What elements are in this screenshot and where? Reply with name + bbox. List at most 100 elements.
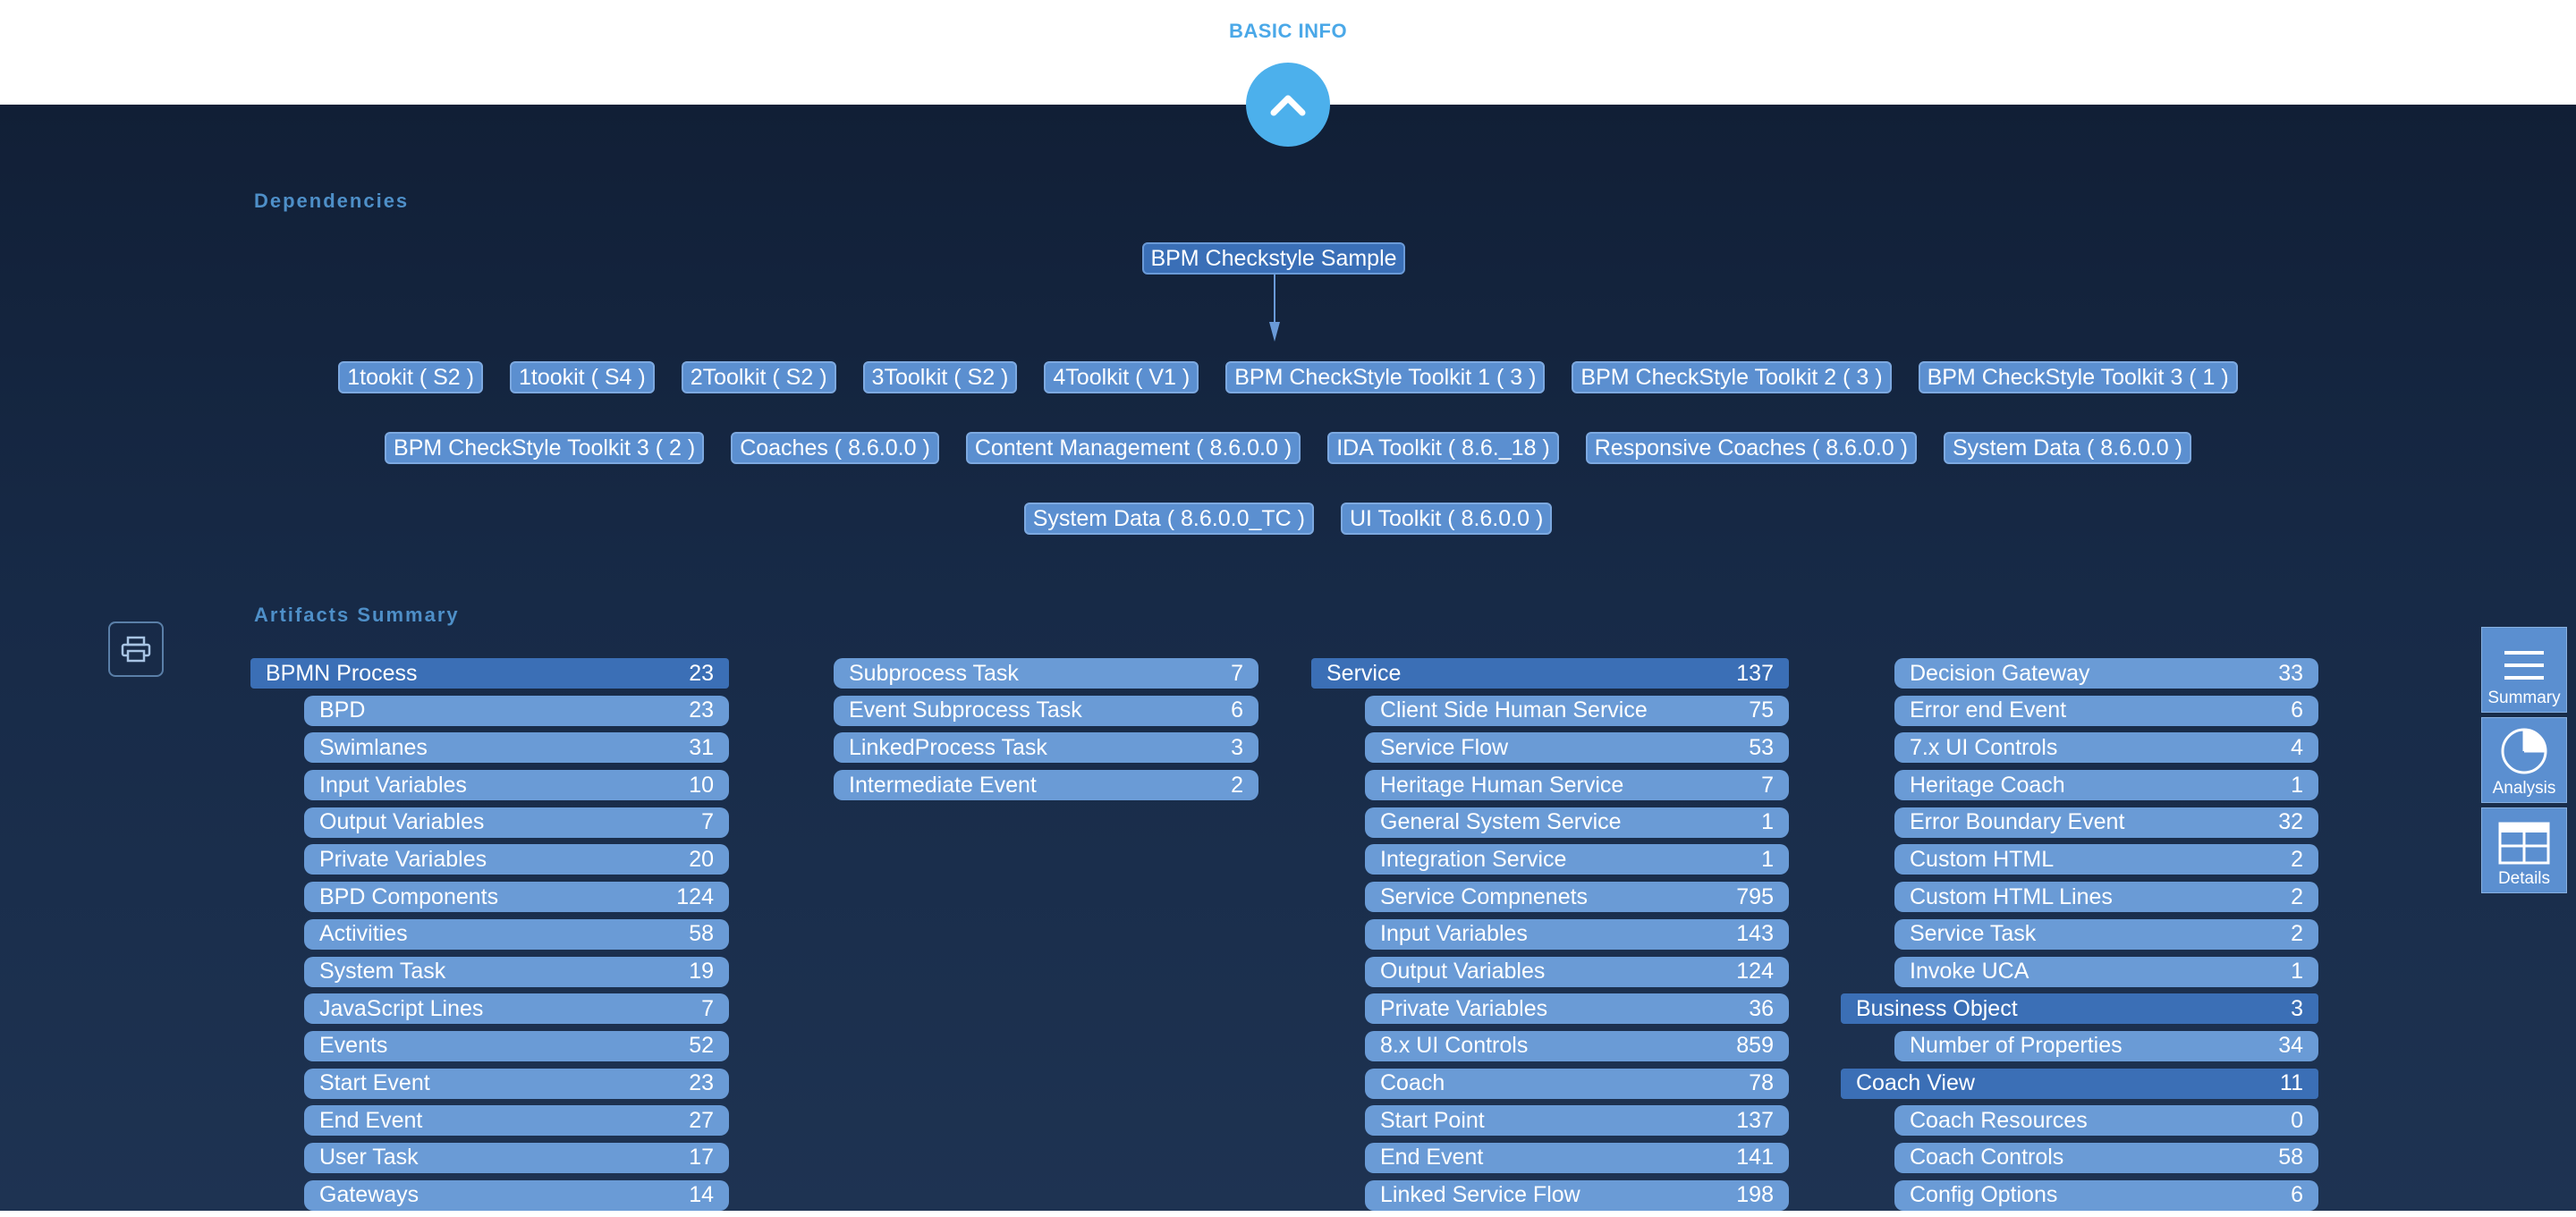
artifact-row[interactable]: Coach Controls 58: [1894, 1142, 2318, 1173]
artifact-row[interactable]: LinkedProcess Task 3: [834, 732, 1258, 764]
artifact-row[interactable]: 8.x UI Controls 859: [1365, 1030, 1789, 1061]
dependency-node[interactable]: System Data ( 8.6.0.0_TC ): [1023, 503, 1314, 535]
artifact-row[interactable]: Start Event 23: [304, 1068, 729, 1099]
dependency-node[interactable]: IDA Toolkit ( 8.6._18 ): [1327, 432, 1559, 464]
print-button[interactable]: [108, 621, 164, 677]
artifact-label: Number of Properties: [1910, 1033, 2123, 1059]
artifact-row[interactable]: Subprocess Task 7: [834, 658, 1258, 689]
artifact-count: 2: [2291, 846, 2303, 872]
artifact-label: Event Subprocess Task: [849, 697, 1082, 723]
artifact-count: 7: [1231, 660, 1243, 686]
dependency-node[interactable]: BPM CheckStyle Toolkit 1 ( 3 ): [1225, 361, 1546, 393]
side-nav-summary[interactable]: Summary: [2481, 627, 2567, 713]
artifact-label: LinkedProcess Task: [849, 734, 1047, 760]
artifact-row[interactable]: Input Variables 143: [1365, 918, 1789, 950]
artifact-count: 23: [689, 1070, 714, 1096]
artifact-row[interactable]: Heritage Human Service 7: [1365, 770, 1789, 801]
artifact-row[interactable]: Event Subprocess Task 6: [834, 695, 1258, 726]
artifact-row[interactable]: Output Variables 7: [304, 807, 729, 838]
dependency-node[interactable]: 2Toolkit ( S2 ): [681, 361, 836, 393]
artifact-row[interactable]: Number of Properties 34: [1894, 1030, 2318, 1061]
dependency-node[interactable]: BPM CheckStyle Toolkit 3 ( 2 ): [385, 432, 705, 464]
artifact-row[interactable]: Custom HTML Lines 2: [1894, 882, 2318, 913]
dependency-node[interactable]: Content Management ( 8.6.0.0 ): [965, 432, 1301, 464]
artifact-row[interactable]: Intermediate Event 2: [834, 770, 1258, 801]
artifact-count: 7: [1761, 772, 1774, 798]
artifact-count: 143: [1736, 921, 1774, 947]
dependency-node[interactable]: UI Toolkit ( 8.6.0.0 ): [1340, 503, 1553, 535]
artifact-row[interactable]: Decision Gateway 33: [1894, 658, 2318, 689]
dependency-node[interactable]: 3Toolkit ( S2 ): [862, 361, 1018, 393]
artifact-row[interactable]: JavaScript Lines 7: [304, 993, 729, 1025]
artifact-label: Client Side Human Service: [1380, 697, 1648, 723]
artifact-row[interactable]: Private Variables 36: [1365, 993, 1789, 1025]
dependency-row: BPM CheckStyle Toolkit 3 ( 2 ) Coaches ( …: [0, 432, 2576, 464]
dependency-node[interactable]: 1tookit ( S2 ): [338, 361, 483, 393]
collapse-button[interactable]: [1246, 63, 1330, 147]
dependency-node[interactable]: Coaches ( 8.6.0.0 ): [731, 432, 939, 464]
artifact-row[interactable]: Config Options 6: [1894, 1179, 2318, 1211]
artifact-row[interactable]: Custom HTML 2: [1894, 844, 2318, 875]
artifact-group-header[interactable]: Coach View 11: [1841, 1068, 2318, 1099]
artifact-row[interactable]: System Task 19: [304, 956, 729, 987]
basic-info-title[interactable]: BASIC INFO: [0, 20, 2576, 43]
artifact-count: 53: [1749, 734, 1774, 760]
artifact-label: Swimlanes: [319, 734, 428, 760]
artifact-label: Business Object: [1856, 995, 2018, 1021]
artifact-row[interactable]: Service Flow 53: [1365, 732, 1789, 764]
artifact-row[interactable]: Integration Service 1: [1365, 844, 1789, 875]
artifact-label: Error Boundary Event: [1910, 809, 2125, 835]
artifact-row[interactable]: BPD 23: [304, 695, 729, 726]
artifact-row[interactable]: Heritage Coach 1: [1894, 770, 2318, 801]
artifact-row[interactable]: Private Variables 20: [304, 844, 729, 875]
artifact-row[interactable]: Error Boundary Event 32: [1894, 807, 2318, 838]
artifact-row[interactable]: Coach 78: [1365, 1068, 1789, 1099]
artifact-label: Input Variables: [1380, 921, 1528, 947]
artifact-row[interactable]: End Event 141: [1365, 1142, 1789, 1173]
artifact-row[interactable]: Error end Event 6: [1894, 695, 2318, 726]
artifact-group-header[interactable]: BPMN Process 23: [250, 658, 729, 689]
side-nav-analysis-label: Analysis: [2492, 779, 2556, 798]
artifact-row[interactable]: Service Compnenets 795: [1365, 882, 1789, 913]
artifact-row[interactable]: Invoke UCA 1: [1894, 956, 2318, 987]
dependencies-title: Dependencies: [254, 190, 410, 212]
dependency-root-node[interactable]: BPM Checkstyle Sample: [1142, 242, 1405, 275]
artifact-label: Intermediate Event: [849, 772, 1037, 798]
artifact-label: BPD: [319, 697, 366, 723]
side-nav-details[interactable]: Details: [2481, 807, 2567, 893]
dependency-node[interactable]: 1tookit ( S4 ): [509, 361, 655, 393]
artifact-row[interactable]: Swimlanes 31: [304, 732, 729, 764]
artifact-row[interactable]: Events 52: [304, 1030, 729, 1061]
artifact-row[interactable]: BPD Components 124: [304, 882, 729, 913]
dependency-arrow-icon: [1269, 322, 1280, 342]
artifact-label: Coach: [1380, 1070, 1445, 1096]
artifact-row[interactable]: Client Side Human Service 75: [1365, 695, 1789, 726]
artifact-row[interactable]: General System Service 1: [1365, 807, 1789, 838]
dependency-node[interactable]: BPM CheckStyle Toolkit 3 ( 1 ): [1918, 361, 2238, 393]
artifact-row[interactable]: Activities 58: [304, 918, 729, 950]
artifact-row[interactable]: 7.x UI Controls 4: [1894, 732, 2318, 764]
artifact-row[interactable]: End Event 27: [304, 1105, 729, 1137]
dependency-node[interactable]: System Data ( 8.6.0.0 ): [1943, 432, 2191, 464]
side-nav-analysis[interactable]: Analysis: [2481, 717, 2567, 803]
artifact-group-header[interactable]: Business Object 3: [1841, 993, 2318, 1025]
artifact-row[interactable]: Coach Resources 0: [1894, 1105, 2318, 1137]
artifact-row[interactable]: Linked Service Flow 198: [1365, 1179, 1789, 1211]
artifact-row[interactable]: Input Variables 10: [304, 770, 729, 801]
artifact-count: 11: [2280, 1070, 2303, 1096]
artifact-row[interactable]: User Task 17: [304, 1142, 729, 1173]
artifact-count: 1: [1761, 846, 1774, 872]
artifact-row[interactable]: Start Point 137: [1365, 1105, 1789, 1137]
side-nav-details-label: Details: [2497, 869, 2551, 888]
artifact-count: 7: [701, 809, 714, 835]
artifact-row[interactable]: Service Task 2: [1894, 918, 2318, 950]
artifact-row[interactable]: Gateways 14: [304, 1179, 729, 1211]
dependency-node[interactable]: Responsive Coaches ( 8.6.0.0 ): [1585, 432, 1917, 464]
dependency-node[interactable]: 4Toolkit ( V1 ): [1044, 361, 1199, 393]
artifact-row[interactable]: Output Variables 124: [1365, 956, 1789, 987]
dependency-node[interactable]: BPM CheckStyle Toolkit 2 ( 3 ): [1572, 361, 1892, 393]
artifact-count: 36: [1749, 995, 1774, 1021]
artifact-count: 2: [2291, 921, 2303, 947]
artifact-group-header[interactable]: Service 137: [1311, 658, 1789, 689]
artifact-count: 1: [2291, 772, 2303, 798]
